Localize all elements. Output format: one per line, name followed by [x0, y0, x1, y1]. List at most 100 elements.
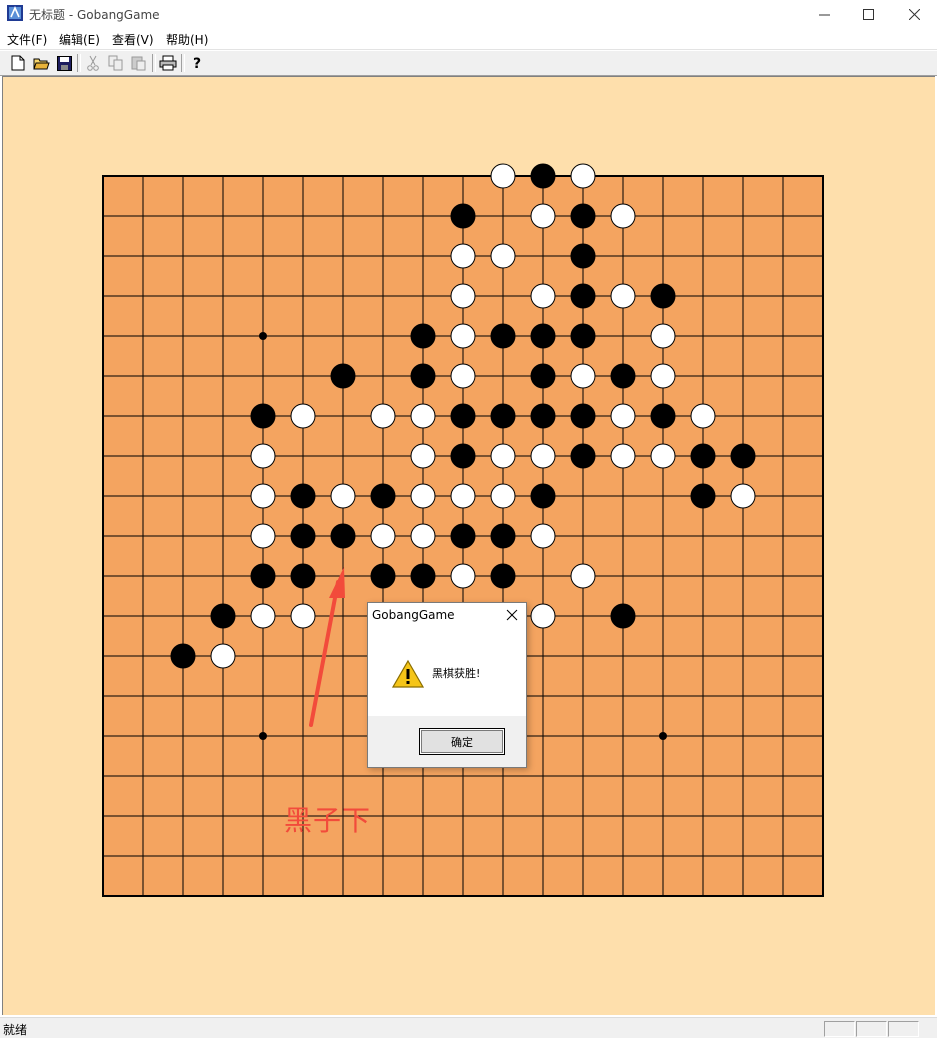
star-point: [259, 332, 267, 340]
menu-edit[interactable]: 编辑(E): [59, 31, 100, 48]
new-button[interactable]: [8, 53, 28, 73]
white-stone: [490, 243, 516, 269]
black-stone: [610, 363, 636, 389]
black-stone: [290, 563, 316, 589]
close-icon: [506, 609, 518, 621]
black-stone: [290, 523, 316, 549]
status-pane: [888, 1021, 919, 1037]
warning-icon: [392, 659, 424, 688]
dialog-footer: 确定: [368, 716, 526, 767]
white-stone: [450, 283, 476, 309]
menu-view[interactable]: 查看(V): [112, 31, 154, 48]
white-stone: [250, 483, 276, 509]
print-icon: [159, 55, 177, 71]
star-point: [659, 732, 667, 740]
black-stone: [370, 563, 396, 589]
black-stone: [250, 563, 276, 589]
white-stone: [450, 563, 476, 589]
white-stone: [490, 163, 516, 189]
black-stone: [610, 603, 636, 629]
cut-button[interactable]: [83, 53, 103, 73]
ok-button[interactable]: 确定: [419, 728, 505, 755]
white-stone: [610, 283, 636, 309]
help-button[interactable]: ?: [187, 53, 207, 73]
black-stone: [690, 443, 716, 469]
paste-button[interactable]: [129, 53, 149, 73]
window-title: 无标题 - GobangGame: [29, 8, 160, 22]
white-stone: [570, 163, 596, 189]
black-stone: [530, 163, 556, 189]
black-stone: [570, 403, 596, 429]
black-stone: [530, 363, 556, 389]
white-stone: [370, 403, 396, 429]
open-button[interactable]: [31, 53, 51, 73]
black-stone: [570, 443, 596, 469]
white-stone: [450, 243, 476, 269]
black-stone: [170, 643, 196, 669]
message-dialog: GobangGame 黑棋获胜! 确定: [367, 602, 527, 768]
menu-file[interactable]: 文件(F): [7, 31, 47, 48]
white-stone: [730, 483, 756, 509]
white-stone: [370, 523, 396, 549]
white-stone: [610, 203, 636, 229]
white-stone: [650, 323, 676, 349]
new-file-icon: [11, 55, 25, 71]
black-stone: [530, 483, 556, 509]
toolbar-separator: [77, 54, 81, 72]
help-icon: ?: [193, 56, 201, 71]
save-icon: [56, 55, 72, 71]
white-stone: [530, 283, 556, 309]
star-point: [259, 732, 267, 740]
black-stone: [410, 323, 436, 349]
black-stone: [450, 523, 476, 549]
black-stone: [370, 483, 396, 509]
black-stone: [250, 403, 276, 429]
white-stone: [530, 203, 556, 229]
print-button[interactable]: [158, 53, 178, 73]
game-canvas[interactable]: 黑子下: [2, 76, 935, 1015]
close-button[interactable]: [891, 0, 937, 28]
white-stone: [290, 403, 316, 429]
black-stone: [450, 203, 476, 229]
white-stone: [610, 443, 636, 469]
maximize-button[interactable]: [845, 0, 891, 28]
minimize-icon: [818, 14, 830, 15]
white-stone: [450, 323, 476, 349]
white-stone: [330, 483, 356, 509]
black-stone: [450, 443, 476, 469]
black-stone: [210, 603, 236, 629]
white-stone: [250, 523, 276, 549]
white-stone: [490, 483, 516, 509]
save-button[interactable]: [54, 53, 74, 73]
black-stone: [530, 323, 556, 349]
dialog-title: GobangGame: [372, 608, 455, 622]
minimize-button[interactable]: [801, 0, 847, 28]
black-stone: [490, 523, 516, 549]
status-pane: [856, 1021, 887, 1037]
black-stone: [290, 483, 316, 509]
cut-icon: [87, 55, 99, 71]
app-icon: [7, 5, 23, 21]
svg-text:?: ?: [193, 56, 201, 71]
copy-button[interactable]: [106, 53, 126, 73]
annotation-text: 黑子下: [284, 804, 372, 837]
white-stone: [570, 363, 596, 389]
white-stone: [450, 363, 476, 389]
black-stone: [730, 443, 756, 469]
white-stone: [290, 603, 316, 629]
black-stone: [410, 363, 436, 389]
white-stone: [530, 523, 556, 549]
close-icon: [908, 8, 920, 20]
white-stone: [490, 443, 516, 469]
black-stone: [330, 523, 356, 549]
gobang-board[interactable]: [3, 77, 934, 1014]
black-stone: [650, 403, 676, 429]
maximize-icon: [862, 8, 874, 20]
black-stone: [570, 203, 596, 229]
black-stone: [570, 243, 596, 269]
black-stone: [570, 323, 596, 349]
dialog-close-button[interactable]: [504, 607, 520, 623]
black-stone: [410, 563, 436, 589]
white-stone: [530, 603, 556, 629]
menu-help[interactable]: 帮助(H): [166, 31, 208, 48]
